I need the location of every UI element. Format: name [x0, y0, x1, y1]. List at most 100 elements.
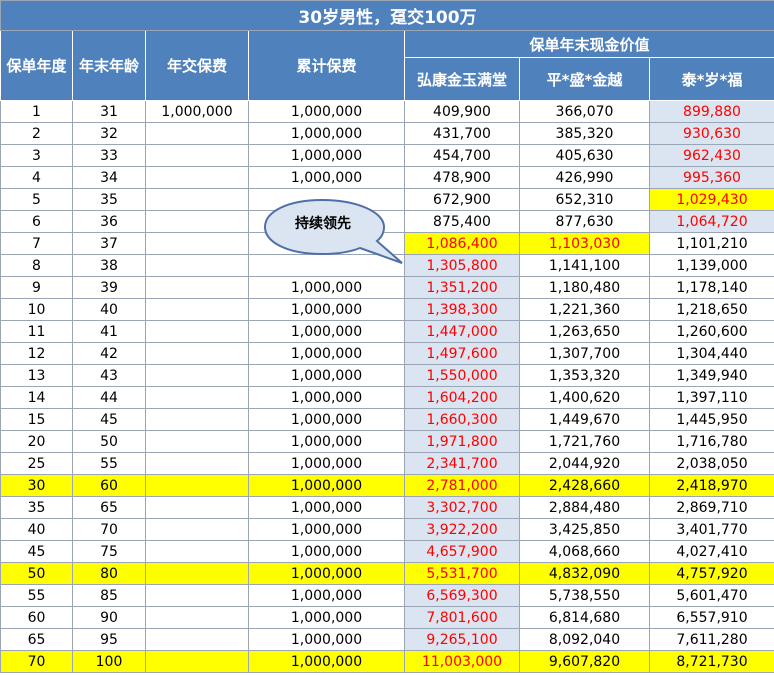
annual-premium-cell [145, 342, 249, 365]
age-cell: 33 [72, 144, 146, 167]
annual-premium-cell [145, 496, 249, 519]
product-1-cell: 2,781,000 [404, 474, 520, 497]
annual-premium-cell [145, 188, 249, 211]
age-cell: 35 [72, 188, 146, 211]
age-cell: 70 [72, 518, 146, 541]
product-2-cell: 1,180,480 [519, 276, 650, 299]
product-1-cell: 2,341,700 [404, 452, 520, 475]
product-2-cell: 1,353,320 [519, 364, 650, 387]
age-cell: 39 [72, 276, 146, 299]
policy-year-cell: 50 [0, 562, 73, 585]
annual-premium-cell [145, 276, 249, 299]
product-1-cell: 11,003,000 [404, 650, 520, 673]
table-row: 5 35 672,900 652,310 1,029,430 [0, 188, 774, 211]
table-row: 35 65 1,000,000 3,302,700 2,884,480 2,869,710 [0, 496, 774, 519]
annual-premium-cell [145, 320, 249, 343]
product-2-cell: 426,990 [519, 166, 650, 189]
table-row: 2 32 1,000,000 431,700 385,320 930,630 [0, 122, 774, 145]
cumulative-premium-cell: 1,000,000 [248, 298, 405, 321]
age-cell: 38 [72, 254, 146, 277]
cumulative-premium-cell: 1,000,000 [248, 276, 405, 299]
annual-premium-cell [145, 474, 249, 497]
annual-premium-cell [145, 430, 249, 453]
header-product-2: 平*盛*金越 [519, 57, 650, 101]
annual-premium-cell [145, 628, 249, 651]
product-1-cell: 7,801,600 [404, 606, 520, 629]
header-product-1: 弘康金玉满堂 [404, 57, 520, 101]
product-1-cell: 3,922,200 [404, 518, 520, 541]
age-cell: 40 [72, 298, 146, 321]
product-3-cell: 1,139,000 [649, 254, 774, 277]
product-2-cell: 385,320 [519, 122, 650, 145]
product-3-cell: 7,611,280 [649, 628, 774, 651]
product-3-cell: 1,445,950 [649, 408, 774, 431]
table-body: 1 31 1,000,000 1,000,000 409,900 366,070 899,8… [0, 100, 774, 673]
policy-year-cell: 11 [0, 320, 73, 343]
annual-premium-cell: 1,000,000 [145, 100, 249, 123]
product-3-cell: 1,029,430 [649, 188, 774, 211]
product-3-cell: 899,880 [649, 100, 774, 123]
product-2-cell: 4,832,090 [519, 562, 650, 585]
product-1-cell: 409,900 [404, 100, 520, 123]
age-cell: 43 [72, 364, 146, 387]
annual-premium-cell [145, 386, 249, 409]
table-row: 4 34 1,000,000 478,900 426,990 995,360 [0, 166, 774, 189]
annual-premium-cell [145, 254, 249, 277]
product-2-cell: 2,884,480 [519, 496, 650, 519]
table-row: 25 55 1,000,000 2,341,700 2,044,920 2,038,050 [0, 452, 774, 475]
age-cell: 31 [72, 100, 146, 123]
table-row: 14 44 1,000,000 1,604,200 1,400,620 1,397,110 [0, 386, 774, 409]
product-1-cell: 4,657,900 [404, 540, 520, 563]
header-cash-value-group: 保单年末现金价值 [404, 30, 774, 58]
annual-premium-cell [145, 584, 249, 607]
annual-premium-cell [145, 452, 249, 475]
product-3-cell: 1,397,110 [649, 386, 774, 409]
product-2-cell: 3,425,850 [519, 518, 650, 541]
policy-year-cell: 13 [0, 364, 73, 387]
annual-premium-cell [145, 518, 249, 541]
product-1-cell: 431,700 [404, 122, 520, 145]
table-title: 30岁男性，趸交100万 [0, 0, 774, 31]
table-row: 45 75 1,000,000 4,657,900 4,068,660 4,027,410 [0, 540, 774, 563]
product-2-cell: 8,092,040 [519, 628, 650, 651]
product-2-cell: 5,738,550 [519, 584, 650, 607]
policy-year-cell: 2 [0, 122, 73, 145]
age-cell: 80 [72, 562, 146, 585]
product-3-cell: 2,038,050 [649, 452, 774, 475]
product-3-cell: 4,027,410 [649, 540, 774, 563]
product-2-cell: 1,721,760 [519, 430, 650, 453]
product-2-cell: 9,607,820 [519, 650, 650, 673]
product-1-cell: 5,531,700 [404, 562, 520, 585]
age-cell: 41 [72, 320, 146, 343]
product-3-cell: 6,557,910 [649, 606, 774, 629]
policy-year-cell: 45 [0, 540, 73, 563]
policy-year-cell: 70 [0, 650, 73, 673]
table-row: 6 36 875,400 877,630 1,064,720 [0, 210, 774, 233]
table-row: 15 45 1,000,000 1,660,300 1,449,670 1,445,950 [0, 408, 774, 431]
product-1-cell: 454,700 [404, 144, 520, 167]
policy-year-cell: 9 [0, 276, 73, 299]
header-product-3: 泰*岁*福 [649, 57, 774, 101]
annual-premium-cell [145, 210, 249, 233]
annual-premium-cell [145, 232, 249, 255]
product-1-cell: 1,305,800 [404, 254, 520, 277]
product-2-cell: 4,068,660 [519, 540, 650, 563]
policy-year-cell: 40 [0, 518, 73, 541]
age-cell: 95 [72, 628, 146, 651]
product-1-cell: 1,447,000 [404, 320, 520, 343]
annual-premium-cell [145, 408, 249, 431]
age-cell: 65 [72, 496, 146, 519]
cumulative-premium-cell: 1,000,000 [248, 628, 405, 651]
product-3-cell: 1,178,140 [649, 276, 774, 299]
cumulative-premium-cell [248, 254, 405, 277]
cumulative-premium-cell: 1,000,000 [248, 518, 405, 541]
table-row: 60 90 1,000,000 7,801,600 6,814,680 6,557,910 [0, 606, 774, 629]
header-age: 年末年龄 [72, 30, 146, 101]
product-2-cell: 877,630 [519, 210, 650, 233]
annual-premium-cell [145, 650, 249, 673]
cumulative-premium-cell: 1,000,000 [248, 650, 405, 673]
product-2-cell: 2,044,920 [519, 452, 650, 475]
age-cell: 85 [72, 584, 146, 607]
age-cell: 55 [72, 452, 146, 475]
table-row: 3 33 1,000,000 454,700 405,630 962,430 [0, 144, 774, 167]
